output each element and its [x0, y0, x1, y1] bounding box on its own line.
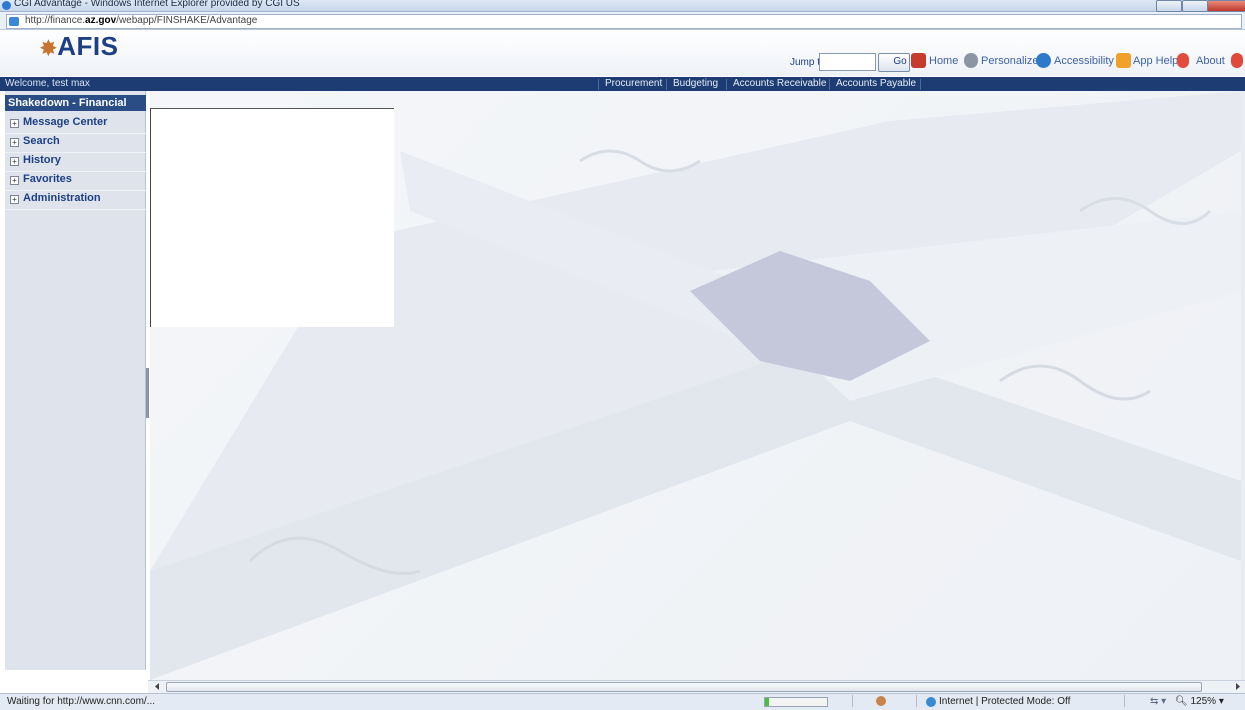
- sidebar-splitter[interactable]: [146, 368, 149, 418]
- sidebar-item-label: Message Center: [23, 116, 108, 128]
- go-button[interactable]: Go: [878, 53, 910, 72]
- sidebar-item-search[interactable]: + Search: [5, 133, 146, 153]
- expand-icon[interactable]: +: [10, 119, 19, 128]
- window-titlebar: CGI Advantage - Windows Internet Explore…: [0, 0, 1245, 12]
- sidebar-heading: Shakedown - Financial: [5, 95, 146, 111]
- close-button[interactable]: [1207, 0, 1245, 12]
- logo-text: AFIS: [57, 31, 119, 61]
- load-progress-bar: [764, 697, 828, 707]
- ie-logo-icon: [2, 1, 11, 10]
- jump-to-input[interactable]: [819, 53, 876, 71]
- tab-accounts-receivable[interactable]: Accounts Receivable: [733, 78, 826, 89]
- personalize-link[interactable]: Personalize: [981, 55, 1038, 67]
- accessibility-link[interactable]: Accessibility: [1054, 55, 1114, 67]
- nav-divider: [726, 79, 727, 90]
- scrollbar-thumb[interactable]: [166, 682, 1202, 692]
- sidebar-item-label: Search: [23, 135, 60, 147]
- nav-divider: [829, 79, 830, 90]
- url-domain: az.gov: [85, 15, 117, 26]
- window-title: CGI Advantage - Windows Internet Explore…: [14, 0, 300, 9]
- globe-icon: [926, 697, 936, 707]
- nav-divider: [598, 79, 599, 90]
- accessibility-icon[interactable]: [1036, 53, 1051, 68]
- tab-budgeting[interactable]: Budgeting: [673, 78, 718, 89]
- expand-icon[interactable]: +: [10, 157, 19, 166]
- tab-accounts-payable[interactable]: Accounts Payable: [836, 78, 916, 89]
- page-icon: [9, 17, 19, 26]
- minimize-button[interactable]: [1156, 0, 1182, 12]
- progress-fill: [765, 698, 770, 706]
- url-field[interactable]: http://finance.az.gov/webapp/FINSHAKE/Ad…: [6, 14, 1242, 29]
- expand-icon[interactable]: +: [10, 138, 19, 147]
- sidebar-item-label: History: [23, 154, 61, 166]
- status-divider: [916, 695, 917, 707]
- maximize-button[interactable]: [1182, 0, 1208, 12]
- address-bar: http://finance.az.gov/webapp/FINSHAKE/Ad…: [0, 12, 1245, 30]
- sidebar-item-label: Favorites: [23, 173, 72, 185]
- status-divider: [1124, 695, 1125, 707]
- app-help-link[interactable]: App Help: [1133, 55, 1178, 67]
- scroll-left-icon[interactable]: [153, 682, 161, 691]
- tab-procurement[interactable]: Procurement: [605, 78, 662, 89]
- arizona-star-icon: ✸: [40, 38, 58, 60]
- url-path: /webapp/FINSHAKE/Advantage: [116, 15, 258, 26]
- about-icon[interactable]: [1177, 53, 1189, 68]
- zoom-level: 125%: [1190, 696, 1217, 707]
- wrench-icon[interactable]: [964, 53, 978, 68]
- help-icon[interactable]: [1116, 53, 1131, 68]
- expand-icon[interactable]: +: [10, 195, 19, 204]
- status-text: Waiting for http://www.cnn.com/...: [7, 696, 156, 707]
- sidebar-item-administration[interactable]: + Administration: [5, 190, 146, 210]
- url-text: http://finance.az.gov/webapp/FINSHAKE/Ad…: [25, 15, 257, 26]
- sidebar-item-label: Administration: [23, 192, 101, 204]
- scroll-right-icon[interactable]: [1234, 682, 1242, 691]
- home-icon[interactable]: [911, 53, 926, 68]
- about-link[interactable]: About: [1196, 55, 1225, 67]
- pop-up-icon[interactable]: ⇆ ▾: [1150, 696, 1166, 707]
- zoom-control[interactable]: 🔍︎ 125% ▾: [1175, 696, 1224, 707]
- go-label: Go: [893, 56, 907, 67]
- content-panel: [150, 108, 394, 327]
- sidebar-item-favorites[interactable]: + Favorites: [5, 171, 146, 191]
- status-divider: [852, 695, 853, 707]
- nav-divider: [920, 79, 921, 90]
- sidebar-item-history[interactable]: + History: [5, 152, 146, 172]
- sidebar-item-message-center[interactable]: + Message Center: [5, 114, 146, 134]
- security-zone-text[interactable]: Internet | Protected Mode: Off: [939, 696, 1070, 707]
- url-prefix: http://finance.: [25, 15, 86, 26]
- vertical-scrollbar[interactable]: [1241, 91, 1245, 680]
- expand-icon[interactable]: +: [10, 176, 19, 185]
- afis-logo: ✸AFIS: [40, 31, 119, 62]
- welcome-text: Welcome, test max: [5, 78, 90, 89]
- home-link[interactable]: Home: [929, 55, 958, 67]
- logout-icon[interactable]: [1231, 53, 1243, 68]
- privacy-icon[interactable]: [876, 696, 886, 706]
- app-header: ✸AFIS: [0, 30, 1245, 76]
- nav-divider: [666, 79, 667, 90]
